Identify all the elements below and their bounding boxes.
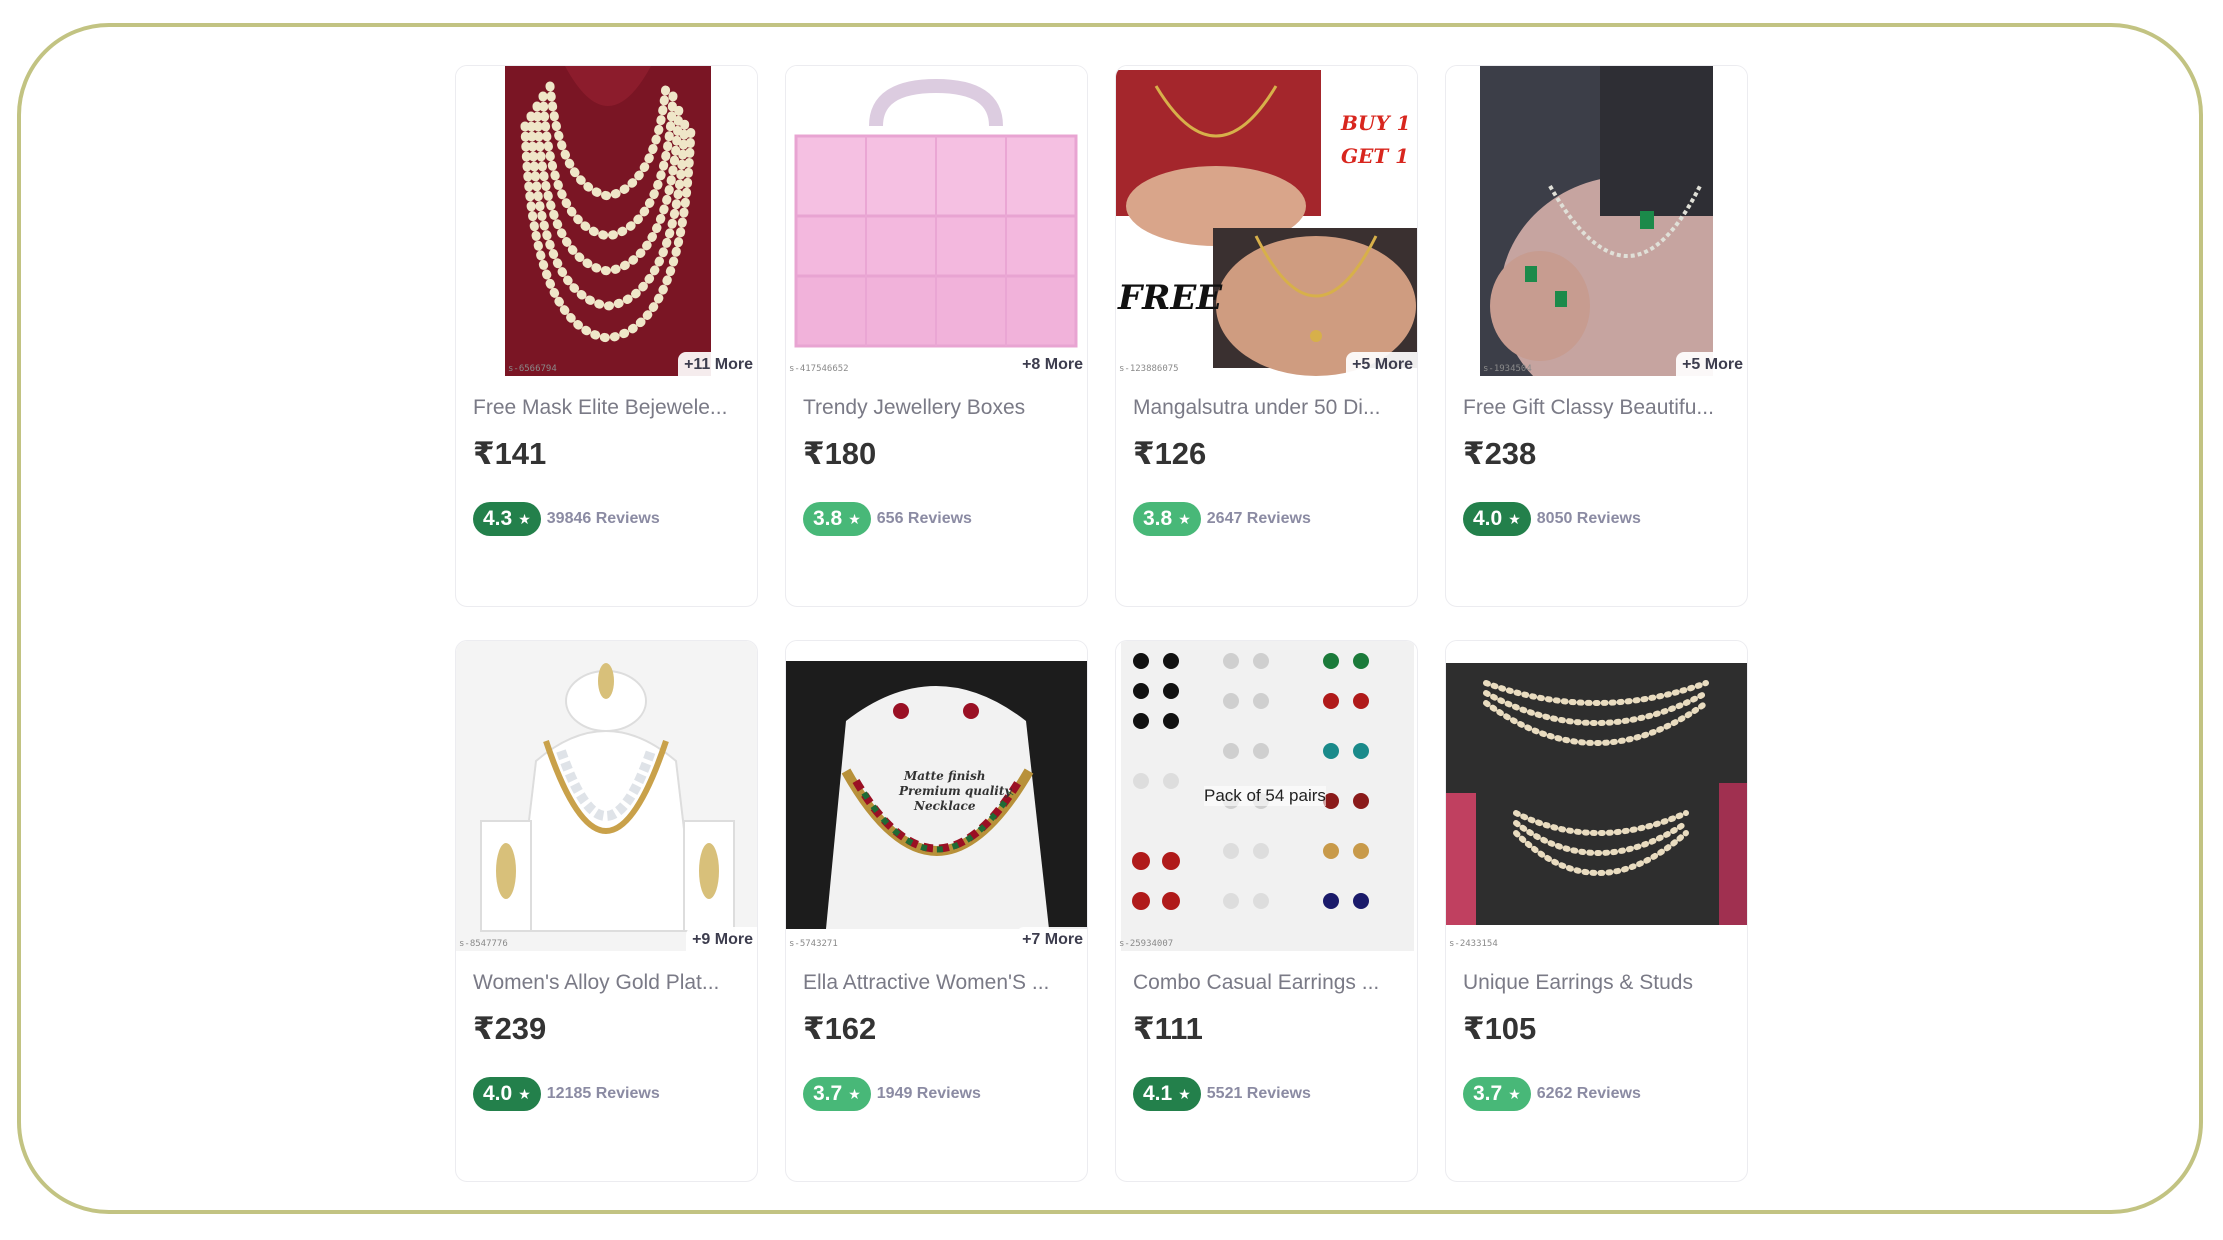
rating-badge: 4.3 ★ <box>473 502 541 536</box>
star-icon: ★ <box>1178 510 1191 527</box>
product-card[interactable]: s-2433154 Unique Earrings & Studs ₹105 3… <box>1445 640 1748 1182</box>
product-image[interactable]: s-1934504 +5 More <box>1446 66 1747 376</box>
review-count: 2647 Reviews <box>1206 510 1311 527</box>
review-count: 1949 Reviews <box>876 1085 981 1102</box>
more-variants-label[interactable]: +11 More <box>678 352 757 376</box>
product-card[interactable]: s-8547776 +9 More Women's Alloy Gold Pla… <box>455 640 758 1182</box>
product-image[interactable]: s-2433154 <box>1446 641 1747 951</box>
sku-label: s-25934007 <box>1119 939 1174 949</box>
sku-label: s-123886075 <box>1119 364 1179 374</box>
offer-text-free: FREE <box>1118 278 1223 318</box>
pearl-ear-chain-photo <box>1446 663 1747 925</box>
caption-line-3: Necklace <box>914 799 976 813</box>
rating-row: 3.7 ★ 1949 Reviews <box>803 1077 981 1111</box>
rating-badge: 4.0 ★ <box>473 1077 541 1111</box>
rating-value: 4.3 <box>483 507 513 530</box>
product-image[interactable]: BUY 1 GET 1 FREE s-123886075 +5 More <box>1116 66 1417 376</box>
product-price: ₹126 <box>1133 436 1207 471</box>
rating-badge: 3.8 ★ <box>803 502 871 536</box>
more-variants-label[interactable]: +8 More <box>1016 352 1087 376</box>
star-icon: ★ <box>518 510 531 527</box>
review-count: 656 Reviews <box>876 510 972 527</box>
product-price: ₹111 <box>1133 1011 1203 1046</box>
offer-text-buy: BUY 1 <box>1341 111 1411 135</box>
rating-row: 3.8 ★ 656 Reviews <box>803 502 972 536</box>
rating-row: 3.7 ★ 6262 Reviews <box>1463 1077 1641 1111</box>
product-card[interactable]: s-6566794 +11 More Free Mask Elite Bejew… <box>455 65 758 607</box>
sku-label: s-6566794 <box>508 364 557 374</box>
product-price: ₹180 <box>803 436 877 471</box>
rating-row: 4.0 ★ 8050 Reviews <box>1463 502 1641 536</box>
product-price: ₹239 <box>473 1011 547 1046</box>
star-icon: ★ <box>518 1085 531 1102</box>
product-price: ₹105 <box>1463 1011 1537 1046</box>
product-card[interactable]: s-1934504 +5 More Free Gift Classy Beaut… <box>1445 65 1748 607</box>
product-price: ₹141 <box>473 436 547 471</box>
more-variants-label[interactable]: +9 More <box>686 927 757 951</box>
review-count: 5521 Reviews <box>1206 1085 1311 1102</box>
kundan-set-photo <box>456 641 757 951</box>
rating-value: 3.8 <box>1143 507 1173 530</box>
review-count: 8050 Reviews <box>1536 510 1641 527</box>
product-title[interactable]: Mangalsutra under 50 Di... <box>1133 396 1408 420</box>
rating-badge: 4.0 ★ <box>1463 502 1531 536</box>
pearl-necklace-photo <box>505 66 711 376</box>
caption-line-1: Matte finish <box>904 769 986 783</box>
caption-line-2: Premium quality <box>899 784 1012 798</box>
star-icon: ★ <box>848 510 861 527</box>
product-title[interactable]: Ella Attractive Women'S ... <box>803 971 1078 995</box>
product-price: ₹162 <box>803 1011 877 1046</box>
star-icon: ★ <box>1508 1085 1521 1102</box>
rating-badge: 3.7 ★ <box>803 1077 871 1111</box>
review-count: 6262 Reviews <box>1536 1085 1641 1102</box>
rating-value: 4.0 <box>483 1082 513 1105</box>
product-price: ₹238 <box>1463 436 1537 471</box>
offer-text-get: GET 1 <box>1341 144 1410 168</box>
rating-row: 4.0 ★ 12185 Reviews <box>473 1077 660 1111</box>
product-card[interactable]: BUY 1 GET 1 FREE s-123886075 +5 More Man… <box>1115 65 1418 607</box>
rating-row: 4.3 ★ 39846 Reviews <box>473 502 660 536</box>
jewellery-box-photo <box>786 66 1087 376</box>
rating-row: 3.8 ★ 2647 Reviews <box>1133 502 1311 536</box>
rating-badge: 3.7 ★ <box>1463 1077 1531 1111</box>
sku-label: s-1934504 <box>1483 364 1532 374</box>
rating-value: 3.8 <box>813 507 843 530</box>
rating-badge: 3.8 ★ <box>1133 502 1201 536</box>
sku-label: s-8547776 <box>459 939 508 949</box>
more-variants-label[interactable]: +5 More <box>1676 352 1747 376</box>
product-grid: s-6566794 +11 More Free Mask Elite Bejew… <box>455 65 1748 1185</box>
pack-caption: Pack of 54 pairs <box>1204 786 1326 806</box>
product-card[interactable]: s-417546652 +8 More Trendy Jewellery Box… <box>785 65 1088 607</box>
product-image[interactable]: s-6566794 +11 More <box>456 66 757 376</box>
product-title[interactable]: Trendy Jewellery Boxes <box>803 396 1078 420</box>
product-card[interactable]: Matte finish Premium quality Necklace s-… <box>785 640 1088 1182</box>
emerald-necklace-photo <box>1480 66 1713 376</box>
product-title[interactable]: Free Mask Elite Bejewele... <box>473 396 748 420</box>
product-card[interactable]: Pack of 54 pairs s-25934007 Combo Casual… <box>1115 640 1418 1182</box>
product-image[interactable]: Pack of 54 pairs s-25934007 <box>1116 641 1417 951</box>
sku-label: s-417546652 <box>789 364 849 374</box>
product-image[interactable]: Matte finish Premium quality Necklace s-… <box>786 641 1087 951</box>
star-icon: ★ <box>1508 510 1521 527</box>
star-icon: ★ <box>1178 1085 1191 1102</box>
product-title[interactable]: Unique Earrings & Studs <box>1463 971 1738 995</box>
rating-badge: 4.1 ★ <box>1133 1077 1201 1111</box>
product-title[interactable]: Free Gift Classy Beautifu... <box>1463 396 1738 420</box>
more-variants-label[interactable]: +5 More <box>1346 352 1417 376</box>
rating-row: 4.1 ★ 5521 Reviews <box>1133 1077 1311 1111</box>
star-icon: ★ <box>848 1085 861 1102</box>
rating-value: 4.0 <box>1473 507 1503 530</box>
product-title[interactable]: Combo Casual Earrings ... <box>1133 971 1408 995</box>
product-image[interactable]: s-8547776 +9 More <box>456 641 757 951</box>
rating-value: 3.7 <box>1473 1082 1503 1105</box>
rating-value: 3.7 <box>813 1082 843 1105</box>
review-count: 12185 Reviews <box>546 1085 660 1102</box>
rating-value: 4.1 <box>1143 1082 1173 1105</box>
review-count: 39846 Reviews <box>546 510 660 527</box>
sku-label: s-2433154 <box>1449 939 1498 949</box>
product-title[interactable]: Women's Alloy Gold Plat... <box>473 971 748 995</box>
product-image[interactable]: s-417546652 +8 More <box>786 66 1087 376</box>
more-variants-label[interactable]: +7 More <box>1016 927 1087 951</box>
sku-label: s-5743271 <box>789 939 838 949</box>
